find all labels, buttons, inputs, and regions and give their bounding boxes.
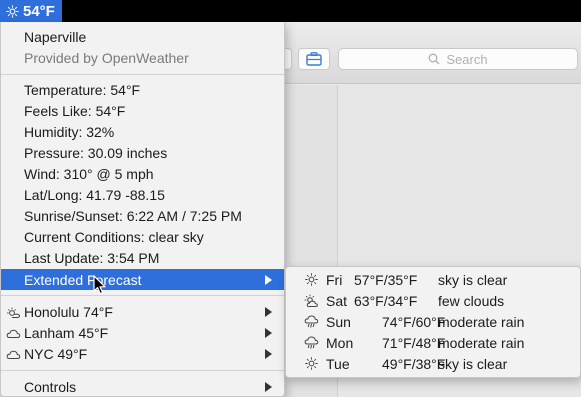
forecast-day: Fri [326, 272, 343, 288]
detail-label: Lat/Long: 41.79 -88.15 [24, 186, 165, 203]
menu-provider: Provided by OpenWeather [1, 47, 284, 68]
extended-forecast-item[interactable]: Extended Forecast [1, 269, 284, 290]
menubar-temperature: 54°F [23, 2, 55, 20]
forecast-condition: moderate rain [438, 335, 525, 351]
detail-label: Wind: 310° @ 5 mph [24, 165, 154, 182]
forecast-temps: 71°F/48°F [382, 335, 446, 351]
search-icon [428, 53, 440, 65]
detail-label: Pressure: 30.09 inches [24, 144, 168, 161]
detail-label: Humidity: 32% [24, 123, 115, 140]
menubar: 54°F [0, 0, 581, 22]
rain-icon [304, 336, 319, 349]
detail-lat-long[interactable]: Lat/Long: 41.79 -88.15 [1, 184, 284, 205]
detail-current-conditions[interactable]: Current Conditions: clear sky [1, 226, 284, 247]
menu-separator [1, 74, 284, 75]
rain-icon [304, 315, 319, 328]
detail-pressure[interactable]: Pressure: 30.09 inches [1, 142, 284, 163]
sun-icon [7, 307, 21, 318]
forecast-day: Sat [326, 293, 348, 309]
forecast-condition: sky is clear [438, 356, 508, 372]
forecast-row[interactable]: Tue 49°F/38°F sky is clear [286, 353, 580, 374]
cloud-icon [6, 350, 21, 359]
forecast-row[interactable]: Sat 63°F/34°F few clouds [286, 290, 580, 311]
forecast-row[interactable]: Fri 57°F/35°F sky is clear [286, 269, 580, 290]
forecast-day: Mon [326, 335, 354, 351]
sun-icon [6, 4, 19, 18]
menu-separator [1, 370, 284, 371]
forecast-day: Tue [326, 356, 350, 372]
forecast-day: Sun [326, 314, 351, 330]
detail-label: Temperature: 54°F [24, 81, 141, 98]
location-name: Naperville [24, 28, 87, 45]
detail-label: Sunrise/Sunset: 6:22 AM / 7:25 PM [24, 207, 242, 224]
submenu-arrow-icon [265, 349, 272, 359]
forecast-row[interactable]: Sun 74°F/60°F moderate rain [286, 311, 580, 332]
forecast-condition: moderate rain [438, 314, 525, 330]
submenu-arrow-icon [265, 275, 272, 285]
detail-label: Current Conditions: clear sky [24, 228, 204, 245]
provider-label: Provided by OpenWeather [24, 49, 189, 66]
detail-wind[interactable]: Wind: 310° @ 5 mph [1, 163, 284, 184]
detail-label: Feels Like: 54°F [24, 102, 126, 119]
partly-cloudy-icon [304, 294, 318, 307]
forecast-row[interactable]: Mon 71°F/48°F moderate rain [286, 332, 580, 353]
location-item-nyc[interactable]: NYC 49°F [1, 343, 284, 364]
forecast-condition: few clouds [438, 293, 505, 309]
menu-location[interactable]: Naperville [1, 26, 284, 47]
detail-sunrise-sunset[interactable]: Sunrise/Sunset: 6:22 AM / 7:25 PM [1, 205, 284, 226]
controls-item[interactable]: Controls [1, 376, 284, 397]
location-label: NYC 49°F [24, 345, 88, 362]
submenu-arrow-icon [265, 307, 272, 317]
controls-label: Controls [24, 378, 77, 395]
forecast-temps: 57°F/35°F [354, 272, 418, 288]
location-label: Lanham 45°F [24, 324, 109, 341]
forecast-temps: 49°F/38°F [382, 356, 446, 372]
mouse-pointer-icon [93, 275, 106, 295]
forecast-temps: 74°F/60°F [382, 314, 446, 330]
detail-label: Last Update: 3:54 PM [24, 249, 160, 266]
extended-forecast-submenu: Fri 57°F/35°F sky is clear Sat 63°F/34°F… [285, 266, 581, 378]
forecast-temps: 63°F/34°F [354, 293, 418, 309]
detail-last-update[interactable]: Last Update: 3:54 PM [1, 247, 284, 268]
submenu-arrow-icon [265, 382, 272, 392]
weather-menubar-item[interactable]: 54°F [0, 0, 62, 22]
search-placeholder: Search [446, 51, 488, 67]
menu-separator [1, 295, 284, 296]
location-item-lanham[interactable]: Lanham 45°F [1, 322, 284, 343]
detail-feels-like[interactable]: Feels Like: 54°F [1, 100, 284, 121]
submenu-arrow-icon [265, 328, 272, 338]
sun-icon [305, 357, 318, 370]
location-label: Honolulu 74°F [24, 303, 113, 320]
forecast-condition: sky is clear [438, 272, 508, 288]
detail-temperature[interactable]: Temperature: 54°F [1, 79, 284, 100]
cloud-icon [6, 329, 21, 338]
search-field[interactable]: Search [338, 48, 578, 70]
detail-humidity[interactable]: Humidity: 32% [1, 121, 284, 142]
briefcase-button[interactable] [298, 48, 330, 70]
briefcase-icon [306, 52, 322, 66]
location-item-honolulu[interactable]: Honolulu 74°F [1, 301, 284, 322]
weather-dropdown-menu: Naperville Provided by OpenWeather Tempe… [0, 22, 285, 397]
sun-icon [305, 273, 318, 286]
extended-forecast-label: Extended Forecast [24, 271, 142, 288]
